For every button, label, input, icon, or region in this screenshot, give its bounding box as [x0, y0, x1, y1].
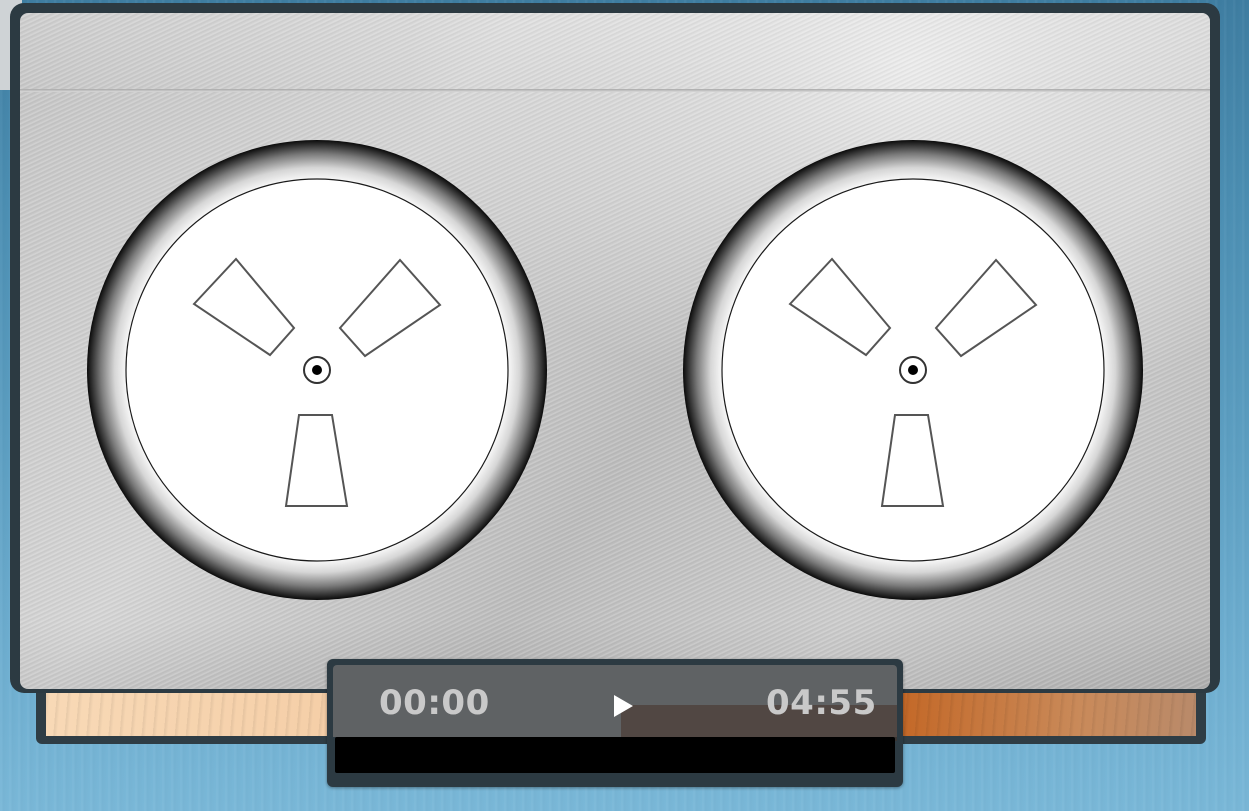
- play-button[interactable]: [609, 691, 637, 721]
- panel-divider: [20, 89, 1210, 92]
- play-icon: [614, 695, 633, 717]
- total-time: 04:55: [766, 683, 877, 723]
- controls-bar: 00:00 04:55: [333, 665, 897, 741]
- left-reel: [87, 140, 547, 600]
- elapsed-time: 00:00: [379, 683, 490, 723]
- tape-reel-icon: [683, 140, 1143, 600]
- player-controls: 00:00 04:55: [327, 659, 903, 787]
- right-reel: [683, 140, 1143, 600]
- progress-bar[interactable]: [335, 737, 895, 773]
- tape-reel-icon: [87, 140, 547, 600]
